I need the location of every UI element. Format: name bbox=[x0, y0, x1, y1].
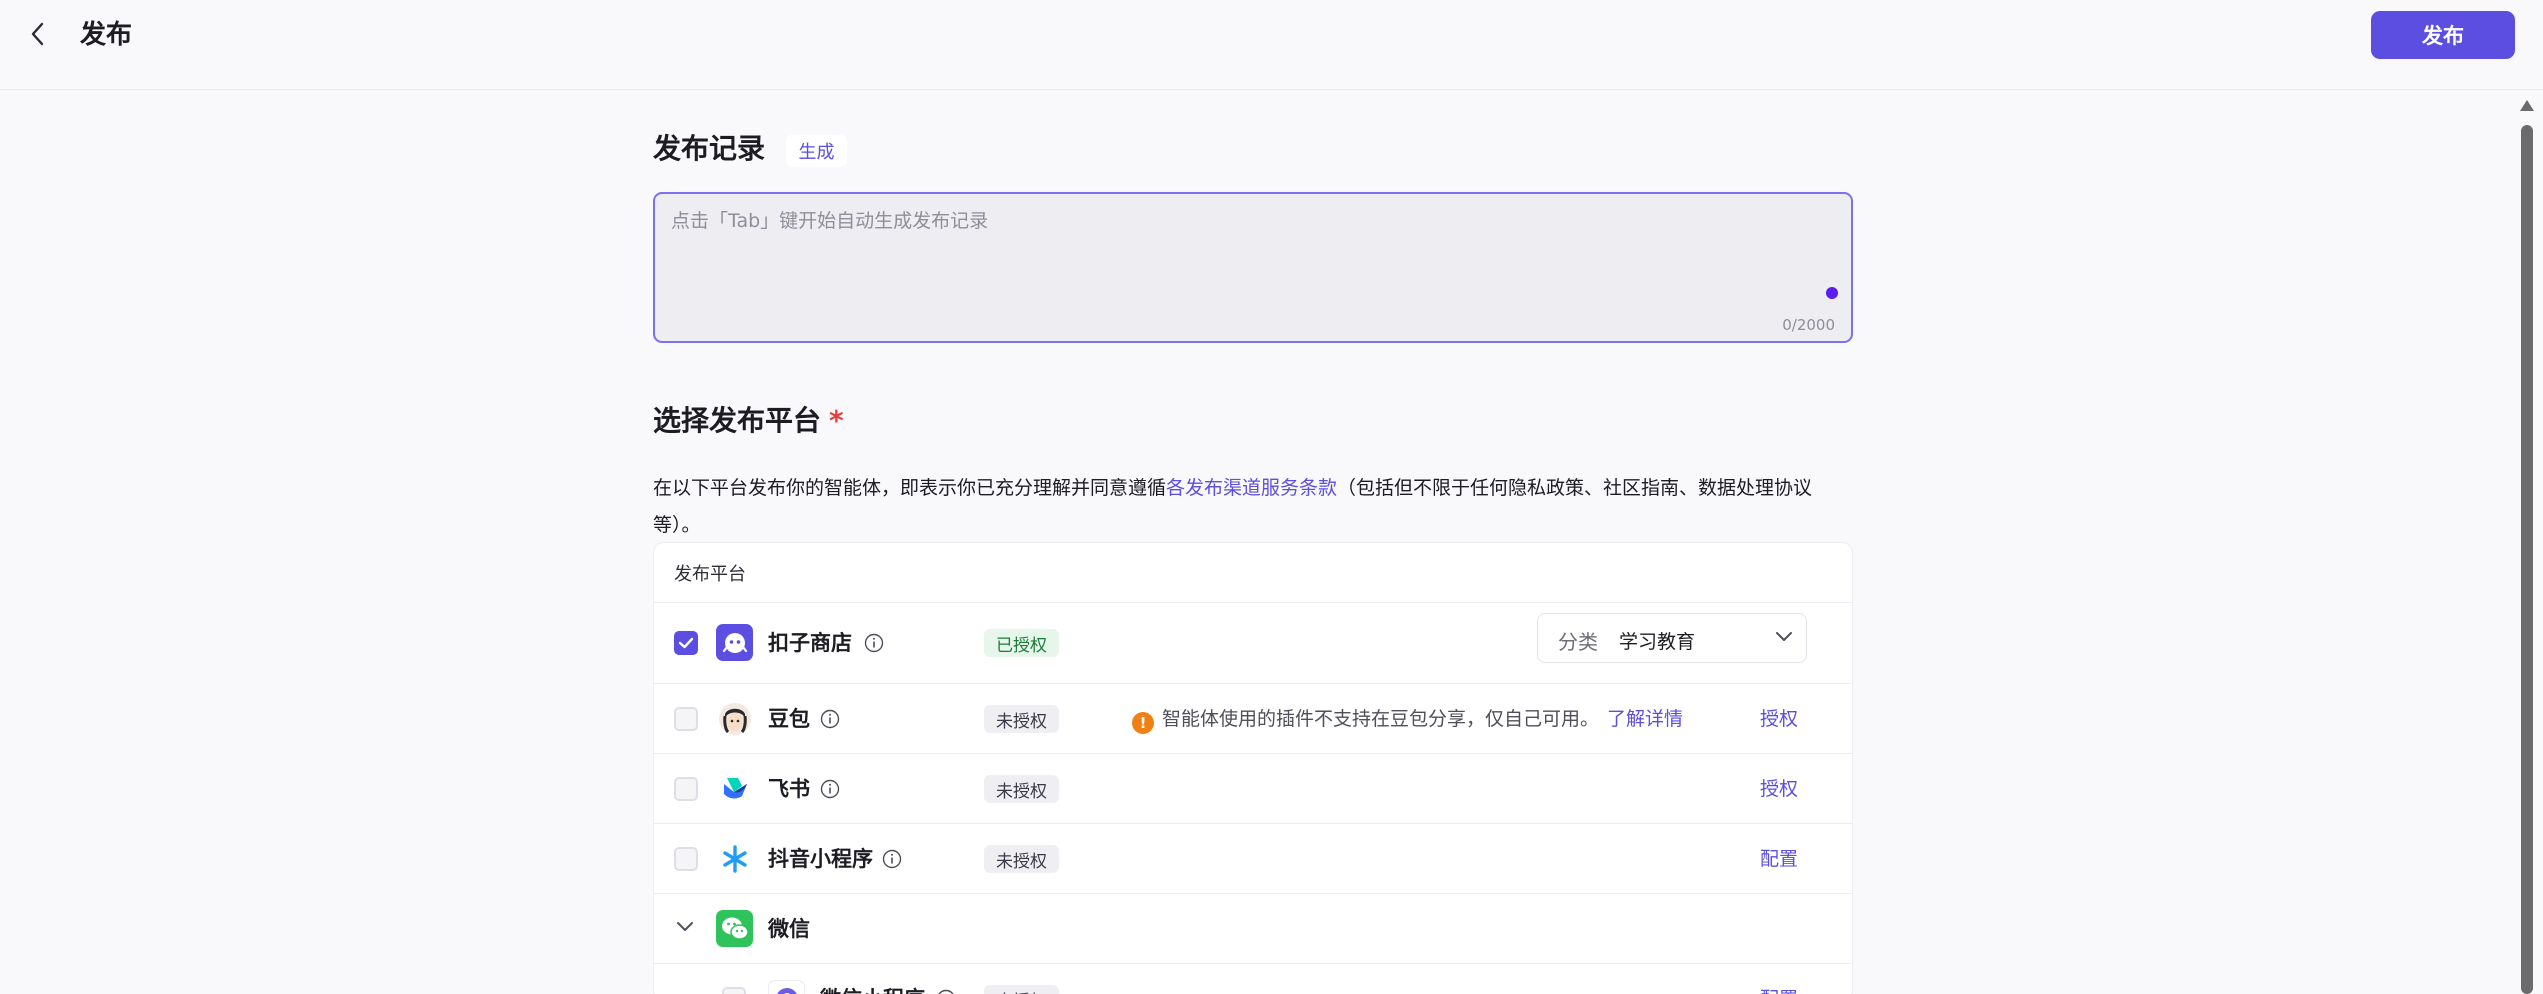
info-icon[interactable] bbox=[820, 709, 840, 729]
platform-checkbox[interactable] bbox=[722, 987, 746, 994]
platform-table: 发布平台 扣子商店 已授权 分类 学习教育 豆包 未授权 ! 智能体使用的插件不… bbox=[653, 542, 1853, 994]
platform-checkbox[interactable] bbox=[674, 631, 698, 655]
chevron-down-icon[interactable] bbox=[674, 919, 696, 935]
warning-text: 智能体使用的插件不支持在豆包分享，仅自己可用。 bbox=[1162, 708, 1600, 730]
terms-link[interactable]: 各发布渠道服务条款 bbox=[1166, 477, 1337, 499]
table-header: 发布平台 bbox=[654, 543, 1852, 603]
authorize-link[interactable]: 授权 bbox=[1760, 706, 1798, 732]
platform-name: 扣子商店 bbox=[768, 631, 852, 655]
page-title: 发布 bbox=[80, 20, 133, 50]
platform-checkbox[interactable] bbox=[674, 847, 698, 871]
status-badge: 未授权 bbox=[984, 775, 1059, 803]
scrollbar-thumb[interactable] bbox=[2521, 125, 2533, 994]
coze-store-icon bbox=[716, 624, 753, 661]
generate-button[interactable]: 生成 bbox=[786, 135, 847, 167]
publish-button[interactable]: 发布 bbox=[2371, 11, 2515, 59]
table-row: 豆包 未授权 ! 智能体使用的插件不支持在豆包分享，仅自己可用。 了解详情 授权 bbox=[654, 684, 1852, 754]
platform-section-title: 选择发布平台 * bbox=[653, 403, 844, 439]
status-badge: 未授权 bbox=[984, 845, 1059, 873]
configure-link[interactable]: 配置 bbox=[1760, 986, 1798, 994]
table-row-group[interactable]: 微信 bbox=[654, 894, 1852, 964]
record-textarea[interactable] bbox=[671, 206, 1831, 296]
platform-name: 微信小程序 bbox=[820, 985, 925, 994]
plugin-warning: ! 智能体使用的插件不支持在豆包分享，仅自己可用。 了解详情 bbox=[1132, 706, 1683, 734]
category-value: 学习教育 bbox=[1619, 631, 1696, 653]
platform-terms-description: 在以下平台发布你的智能体，即表示你已充分理解并同意遵循各发布渠道服务条款（包括但… bbox=[653, 470, 1853, 544]
info-icon[interactable] bbox=[820, 779, 840, 799]
category-select[interactable]: 分类 学习教育 bbox=[1537, 613, 1807, 663]
category-label: 分类 bbox=[1558, 630, 1598, 654]
back-button[interactable] bbox=[22, 16, 54, 52]
ai-indicator-dot bbox=[1826, 287, 1838, 299]
info-icon[interactable] bbox=[936, 989, 956, 994]
doubao-icon bbox=[716, 700, 753, 737]
info-icon[interactable] bbox=[882, 849, 902, 869]
table-row: 飞书 未授权 授权 bbox=[654, 754, 1852, 824]
terms-text-before: 在以下平台发布你的智能体，即表示你已充分理解并同意遵循 bbox=[653, 477, 1167, 499]
platform-checkbox[interactable] bbox=[674, 707, 698, 731]
warning-icon: ! bbox=[1132, 712, 1154, 734]
platform-name: 飞书 bbox=[768, 777, 810, 801]
table-row: 微信小程序 未授权 配置 bbox=[654, 964, 1852, 994]
platform-name: 抖音小程序 bbox=[768, 847, 873, 871]
top-bar: 发布 发布 bbox=[0, 0, 2543, 90]
chevron-left-icon bbox=[31, 22, 44, 46]
platform-name: 微信 bbox=[768, 917, 810, 941]
platform-section-title-text: 选择发布平台 bbox=[653, 404, 822, 437]
learn-more-link[interactable]: 了解详情 bbox=[1607, 708, 1683, 730]
checkmark-icon bbox=[678, 637, 694, 649]
douyin-mini-program-icon bbox=[716, 840, 753, 877]
wechat-mini-program-icon bbox=[768, 980, 805, 994]
platform-checkbox[interactable] bbox=[674, 777, 698, 801]
required-marker: * bbox=[829, 404, 844, 437]
table-row: 扣子商店 已授权 分类 学习教育 bbox=[654, 603, 1852, 684]
status-badge: 未授权 bbox=[984, 705, 1059, 733]
status-badge: 未授权 bbox=[984, 985, 1059, 994]
chevron-down-icon bbox=[1776, 632, 1792, 641]
wechat-icon bbox=[716, 910, 753, 947]
record-section-title: 发布记录 bbox=[653, 132, 766, 165]
configure-link[interactable]: 配置 bbox=[1760, 846, 1798, 872]
scroll-up-arrow[interactable] bbox=[2520, 100, 2534, 111]
character-counter: 0/2000 bbox=[1782, 316, 1835, 334]
authorize-link[interactable]: 授权 bbox=[1760, 776, 1798, 802]
status-badge: 已授权 bbox=[984, 629, 1059, 657]
record-textarea-container: 0/2000 bbox=[653, 192, 1853, 343]
platform-name: 豆包 bbox=[768, 707, 810, 731]
info-icon[interactable] bbox=[864, 633, 884, 653]
table-row: 抖音小程序 未授权 配置 bbox=[654, 824, 1852, 894]
feishu-icon bbox=[716, 770, 753, 807]
